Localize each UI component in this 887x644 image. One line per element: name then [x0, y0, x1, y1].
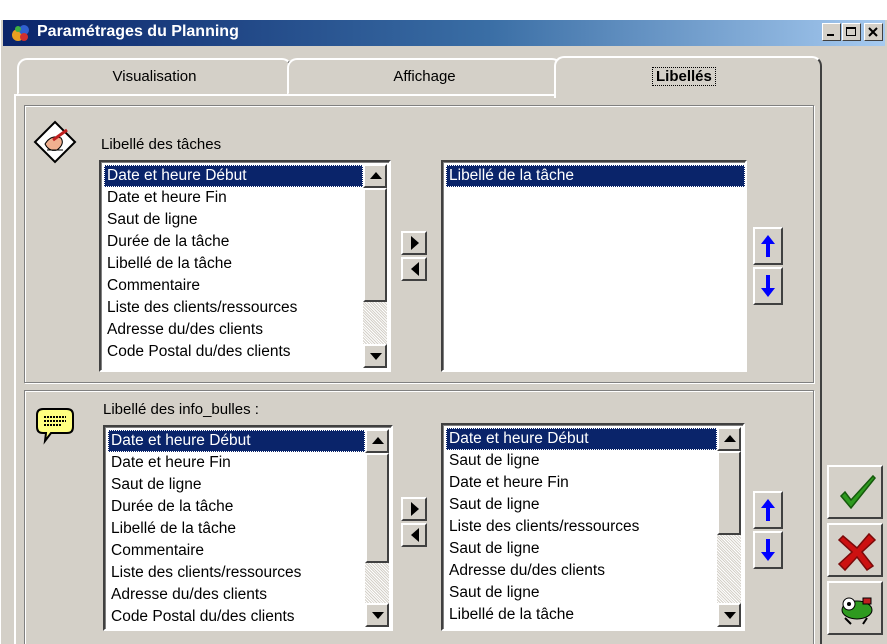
add-task-label-button[interactable] — [401, 231, 427, 255]
tab-panel-libelles: Libellé des tâches Date et heure Début D… — [14, 94, 822, 644]
tab-affichage[interactable]: Affichage — [287, 58, 562, 95]
list-item[interactable]: Code Postal du/des clients — [108, 606, 365, 628]
right-arrow-icon — [411, 236, 419, 250]
list-item[interactable]: Date et heure Fin — [108, 452, 365, 474]
remove-tooltip-label-button[interactable] — [401, 523, 427, 547]
action-buttons — [827, 465, 883, 641]
task-available-scrollbar[interactable] — [363, 164, 387, 368]
window-frame — [0, 20, 3, 644]
scroll-up-button[interactable] — [363, 164, 387, 188]
scroll-thumb[interactable] — [365, 453, 389, 563]
scroll-down-arrow-icon — [724, 612, 736, 619]
list-item[interactable]: Libellé de la tâche — [446, 165, 745, 187]
scroll-up-button[interactable] — [717, 427, 741, 451]
list-item[interactable]: Libellé de la tâche — [446, 604, 717, 626]
scroll-down-button[interactable] — [365, 603, 389, 627]
settings-window: Paramétrages du Planning Visualisation A… — [0, 0, 887, 644]
tab-libelles[interactable]: Libellés — [554, 56, 822, 98]
list-item[interactable]: Date et heure Début — [104, 165, 363, 187]
scroll-down-button[interactable] — [717, 603, 741, 627]
close-button[interactable] — [864, 23, 883, 41]
title-bar[interactable]: Paramétrages du Planning — [3, 20, 885, 46]
scroll-down-arrow-icon — [370, 353, 382, 360]
move-up-tooltip-button[interactable] — [753, 491, 783, 529]
left-arrow-icon — [411, 262, 419, 276]
tooltip-chosen-list[interactable]: Date et heure Début Saut de ligne Date e… — [441, 423, 745, 631]
right-arrow-icon — [411, 502, 419, 516]
validate-button[interactable] — [827, 465, 883, 519]
blue-down-arrow-icon — [761, 539, 775, 561]
tooltip-available-list[interactable]: Date et heure Début Date et heure Fin Sa… — [103, 425, 393, 631]
help-character-icon — [841, 597, 873, 625]
move-down-task-button[interactable] — [753, 267, 783, 305]
move-up-task-button[interactable] — [753, 227, 783, 265]
scroll-down-arrow-icon — [372, 612, 384, 619]
edit-document-icon — [33, 120, 77, 164]
list-item[interactable]: Saut de ligne — [108, 474, 365, 496]
task-labels-heading: Libellé des tâches — [101, 136, 222, 153]
scroll-up-arrow-icon — [372, 437, 384, 444]
speech-bubble-icon — [36, 408, 74, 445]
scroll-up-arrow-icon — [370, 172, 382, 179]
list-item[interactable]: Date et heure Début — [108, 430, 365, 452]
cancel-button[interactable] — [827, 523, 883, 577]
window-title: Paramétrages du Planning — [37, 23, 239, 40]
tab-libelles-label: Libellés — [652, 67, 716, 86]
scroll-up-button[interactable] — [365, 429, 389, 453]
scroll-thumb[interactable] — [363, 188, 387, 302]
list-item[interactable]: Commentaire — [104, 275, 363, 297]
scroll-up-arrow-icon — [724, 435, 736, 442]
planning-app-icon — [12, 25, 29, 41]
list-item[interactable]: Adresse du/des clients — [446, 560, 717, 582]
help-button[interactable] — [827, 581, 883, 635]
minimize-icon — [827, 34, 834, 36]
tooltip-labels-heading: Libellé des info_bulles : — [103, 401, 259, 418]
left-arrow-icon — [411, 528, 419, 542]
task-chosen-list[interactable]: Libellé de la tâche — [441, 160, 747, 372]
list-item[interactable]: Commentaire — [108, 540, 365, 562]
red-x-icon — [837, 532, 877, 572]
list-item[interactable]: Date et heure Début — [446, 428, 717, 450]
list-item[interactable]: Adresse du/des clients — [104, 319, 363, 341]
tooltip-chosen-scrollbar[interactable] — [717, 427, 741, 627]
maximize-button[interactable] — [842, 23, 861, 41]
list-item[interactable]: Saut de ligne — [446, 582, 717, 604]
tooltip-labels-group: Libellé des info_bulles : Date et heure … — [24, 390, 814, 644]
list-item[interactable]: Durée de la tâche — [104, 231, 363, 253]
minimize-button[interactable] — [822, 23, 841, 41]
tab-visualisation[interactable]: Visualisation — [17, 58, 292, 95]
green-check-icon — [839, 474, 877, 510]
top-strip — [0, 0, 887, 20]
list-item[interactable]: Liste des clients/ressources — [446, 516, 717, 538]
list-item[interactable]: Libellé de la tâche — [104, 253, 363, 275]
list-item[interactable]: Durée de la tâche — [108, 496, 365, 518]
list-item[interactable]: Liste des clients/ressources — [104, 297, 363, 319]
task-labels-group: Libellé des tâches Date et heure Début D… — [24, 105, 814, 383]
list-item[interactable]: Saut de ligne — [104, 209, 363, 231]
scroll-thumb[interactable] — [717, 451, 741, 535]
list-item[interactable]: Liste des clients/ressources — [108, 562, 365, 584]
list-item[interactable]: Libellé de la tâche — [108, 518, 365, 540]
tab-visualisation-label: Visualisation — [112, 68, 197, 85]
blue-up-arrow-icon — [761, 499, 775, 521]
tab-affichage-label: Affichage — [393, 68, 456, 85]
list-item[interactable]: Adresse du/des clients — [108, 584, 365, 606]
task-available-list[interactable]: Date et heure Début Date et heure Fin Sa… — [99, 160, 391, 372]
scroll-down-button[interactable] — [363, 344, 387, 368]
blue-up-arrow-icon — [761, 235, 775, 257]
add-tooltip-label-button[interactable] — [401, 497, 427, 521]
blue-down-arrow-icon — [761, 275, 775, 297]
list-item[interactable]: Code Postal du/des clients — [104, 341, 363, 363]
list-item[interactable]: Saut de ligne — [446, 494, 717, 516]
close-icon — [868, 27, 878, 37]
tooltip-available-scrollbar[interactable] — [365, 429, 389, 627]
list-item[interactable]: Date et heure Fin — [104, 187, 363, 209]
remove-task-label-button[interactable] — [401, 257, 427, 281]
list-item[interactable]: Saut de ligne — [446, 538, 717, 560]
maximize-icon — [846, 27, 856, 36]
list-item[interactable]: Date et heure Fin — [446, 472, 717, 494]
list-item[interactable]: Saut de ligne — [446, 450, 717, 472]
move-down-tooltip-button[interactable] — [753, 531, 783, 569]
